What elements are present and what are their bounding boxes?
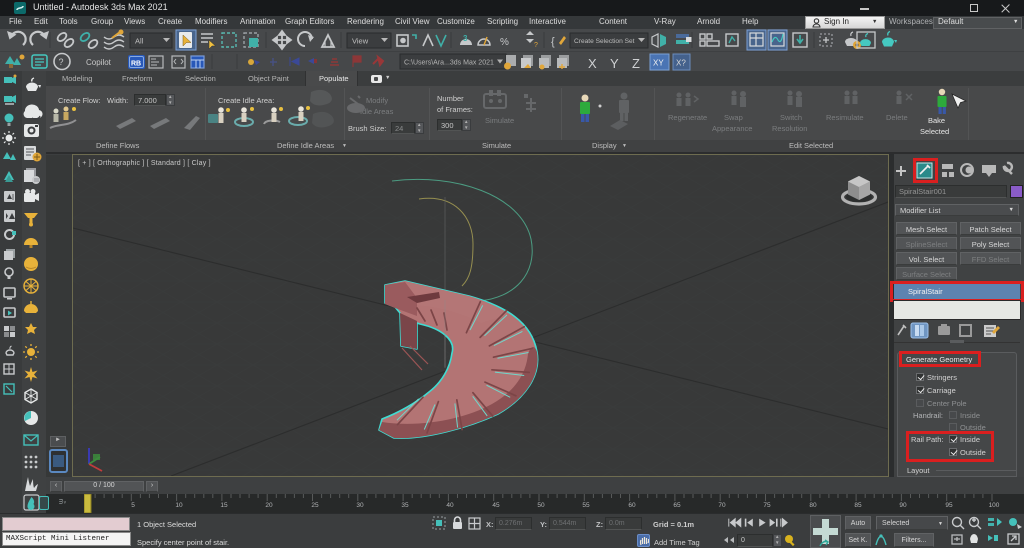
svg-text:Copilot: Copilot	[86, 58, 112, 67]
svg-text:{: {	[551, 36, 555, 48]
svg-text:All: All	[135, 37, 144, 46]
svg-text:View: View	[352, 37, 369, 46]
svg-text:RB: RB	[131, 61, 141, 68]
svg-text:Z: Z	[632, 56, 640, 71]
svg-text:%: %	[500, 37, 509, 48]
svg-text:?: ?	[534, 42, 538, 49]
svg-text:Y: Y	[610, 56, 619, 71]
svg-text:3: 3	[463, 34, 468, 43]
svg-text:Create Selection Set: Create Selection Set	[574, 38, 635, 45]
svg-text:X?: X?	[676, 59, 686, 68]
svg-text:?: ?	[59, 57, 64, 67]
svg-text:C:\Users\Ara...3ds Max 2021: C:\Users\Ara...3ds Max 2021	[404, 60, 494, 67]
svg-text:XY: XY	[653, 59, 664, 68]
svg-text:X: X	[588, 56, 597, 71]
